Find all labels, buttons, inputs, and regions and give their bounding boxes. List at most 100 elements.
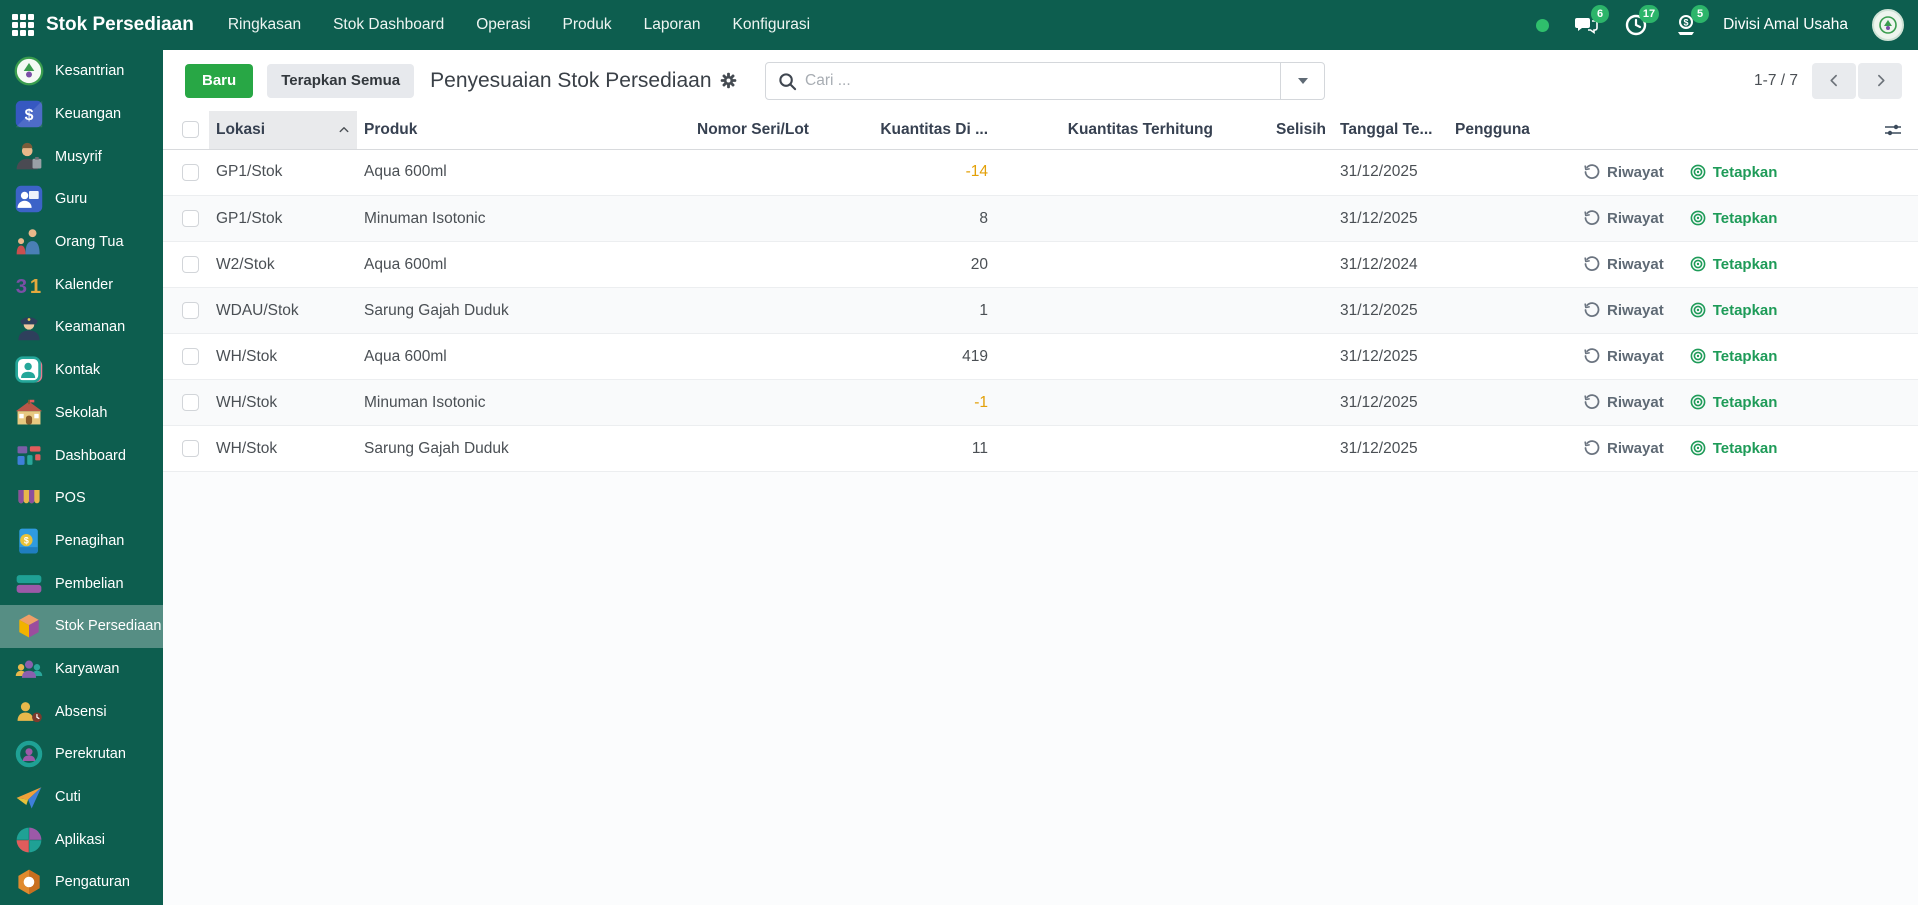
sidebar-item-penagihan[interactable]: $ Penagihan bbox=[0, 520, 163, 563]
apply-button[interactable]: Tetapkan bbox=[1690, 440, 1777, 457]
sidebar-item-musyrif[interactable]: Musyrif bbox=[0, 135, 163, 178]
navbar-menu-stok-dashboard[interactable]: Stok Dashboard bbox=[333, 16, 444, 34]
history-button[interactable]: Riwayat bbox=[1584, 440, 1664, 457]
row-checkbox[interactable] bbox=[182, 256, 199, 273]
sidebar-item-pengaturan[interactable]: Pengaturan bbox=[0, 861, 163, 904]
sidebar-item-kalender[interactable]: 31 Kalender bbox=[0, 263, 163, 306]
table-row[interactable]: W2/Stok Aqua 600ml 20 31/12/2024 Riwayat bbox=[163, 241, 1918, 288]
select-all-checkbox[interactable] bbox=[182, 121, 199, 139]
main-content: Baru Terapkan Semua Penyesuaian Stok Per… bbox=[163, 50, 1918, 905]
sidebar-item-pembelian[interactable]: Pembelian bbox=[0, 562, 163, 605]
app-title[interactable]: Stok Persediaan bbox=[46, 14, 194, 36]
pager-next-button[interactable] bbox=[1858, 62, 1902, 99]
cell-tanggal: 31/12/2025 bbox=[1333, 287, 1448, 334]
column-header-produk[interactable]: Produk bbox=[357, 111, 690, 150]
page-title-text: Penyesuaian Stok Persediaan bbox=[430, 68, 712, 92]
sidebar-item-label: Kesantrian bbox=[55, 63, 125, 80]
records-table: Lokasi Produk Nomor Seri/Lot Kuantitas D… bbox=[163, 111, 1918, 472]
gear-icon[interactable] bbox=[720, 72, 737, 89]
user-avatar[interactable] bbox=[1872, 9, 1904, 41]
cell-tanggal: 31/12/2025 bbox=[1333, 379, 1448, 426]
history-button[interactable]: Riwayat bbox=[1584, 348, 1664, 365]
money-icon[interactable]: $ 5 bbox=[1673, 5, 1710, 38]
sidebar-item-dashboard[interactable]: Dashboard bbox=[0, 434, 163, 477]
column-header-nomor-seri[interactable]: Nomor Seri/Lot bbox=[690, 111, 820, 150]
table-row[interactable]: WDAU/Stok Sarung Gajah Duduk 1 31/12/202… bbox=[163, 287, 1918, 334]
svg-text:1: 1 bbox=[30, 276, 41, 298]
row-checkbox[interactable] bbox=[182, 302, 199, 319]
sidebar-item-absensi[interactable]: Absensi bbox=[0, 690, 163, 733]
activity-badge: 17 bbox=[1638, 5, 1660, 23]
navbar-menus: Ringkasan Stok Dashboard Operasi Produk Lapo… bbox=[228, 16, 810, 34]
history-button[interactable]: Riwayat bbox=[1584, 210, 1664, 227]
table-row[interactable]: GP1/Stok Aqua 600ml -14 31/12/2025 Riway… bbox=[163, 149, 1918, 196]
bullseye-icon bbox=[1690, 210, 1706, 226]
bullseye-icon bbox=[1690, 302, 1706, 318]
activity-clock-icon[interactable]: 17 bbox=[1623, 5, 1660, 38]
navbar-menu-ringkasan[interactable]: Ringkasan bbox=[228, 16, 301, 34]
navbar-menu-konfigurasi[interactable]: Konfigurasi bbox=[733, 16, 811, 34]
sidebar-item-kesantrian[interactable]: Kesantrian bbox=[0, 50, 163, 93]
optional-columns-icon[interactable] bbox=[1883, 120, 1903, 140]
row-checkbox[interactable] bbox=[182, 348, 199, 365]
table-row[interactable]: WH/Stok Sarung Gajah Duduk 11 31/12/2025… bbox=[163, 425, 1918, 472]
sidebar-item-stok-persediaan[interactable]: Stok Persediaan bbox=[0, 604, 163, 648]
apply-button[interactable]: Tetapkan bbox=[1690, 394, 1777, 411]
cell-kuantitas-terhitung bbox=[995, 333, 1220, 380]
pager-previous-button[interactable] bbox=[1812, 62, 1856, 99]
apply-button[interactable]: Tetapkan bbox=[1690, 164, 1777, 181]
search-input[interactable] bbox=[805, 72, 1280, 90]
sidebar-item-label: Stok Persediaan bbox=[55, 618, 162, 635]
sidebar-item-aplikasi[interactable]: Aplikasi bbox=[0, 818, 163, 861]
row-checkbox[interactable] bbox=[182, 394, 199, 411]
column-header-pengguna[interactable]: Pengguna bbox=[1448, 111, 1533, 150]
history-button[interactable]: Riwayat bbox=[1584, 164, 1664, 181]
history-button[interactable]: Riwayat bbox=[1584, 302, 1664, 319]
new-button[interactable]: Baru bbox=[185, 63, 254, 98]
sidebar-item-keuangan[interactable]: $ Keuangan bbox=[0, 93, 163, 136]
navbar-menu-produk[interactable]: Produk bbox=[563, 16, 612, 34]
sidebar-item-guru[interactable]: Guru bbox=[0, 178, 163, 221]
sidebar-item-karyawan[interactable]: Karyawan bbox=[0, 648, 163, 691]
sidebar-item-cuti[interactable]: Cuti bbox=[0, 776, 163, 819]
column-header-kuantitas-terhitung[interactable]: Kuantitas Terhitung bbox=[995, 111, 1220, 150]
table-row[interactable]: WH/Stok Aqua 600ml 419 31/12/2025 Riwaya… bbox=[163, 333, 1918, 380]
cell-lokasi: WDAU/Stok bbox=[209, 287, 357, 334]
apply-button[interactable]: Tetapkan bbox=[1690, 302, 1777, 319]
row-checkbox[interactable] bbox=[182, 163, 199, 181]
apps-grid-icon[interactable] bbox=[0, 0, 46, 50]
sidebar-item-perekrutan[interactable]: Perekrutan bbox=[0, 733, 163, 776]
navbar-menu-operasi[interactable]: Operasi bbox=[476, 16, 530, 34]
table-row[interactable]: WH/Stok Minuman Isotonic -1 31/12/2025 R… bbox=[163, 379, 1918, 426]
sekolah-app-icon bbox=[13, 397, 45, 429]
cell-kuantitas-terhitung bbox=[995, 149, 1220, 196]
column-header-kuantitas-di[interactable]: Kuantitas Di ... bbox=[820, 111, 995, 150]
history-button[interactable]: Riwayat bbox=[1584, 256, 1664, 273]
kontak-app-icon bbox=[13, 354, 45, 386]
table-row[interactable]: GP1/Stok Minuman Isotonic 8 31/12/2025 R… bbox=[163, 195, 1918, 242]
sidebar-item-keamanan[interactable]: Keamanan bbox=[0, 306, 163, 349]
cell-kuantitas-di: 8 bbox=[820, 195, 995, 242]
row-checkbox[interactable] bbox=[182, 440, 199, 457]
apply-all-button[interactable]: Terapkan Semua bbox=[267, 63, 415, 98]
apply-button[interactable]: Tetapkan bbox=[1690, 256, 1777, 273]
company-name[interactable]: Divisi Amal Usaha bbox=[1723, 16, 1848, 34]
apply-button[interactable]: Tetapkan bbox=[1690, 210, 1777, 227]
column-header-selisih[interactable]: Selisih bbox=[1220, 111, 1333, 150]
navbar-menu-laporan[interactable]: Laporan bbox=[644, 16, 701, 34]
sidebar-item-kontak[interactable]: Kontak bbox=[0, 349, 163, 392]
messages-icon[interactable]: 6 bbox=[1573, 5, 1610, 38]
column-header-tanggal[interactable]: Tanggal Te... bbox=[1333, 111, 1448, 150]
sidebar-item-pos[interactable]: POS bbox=[0, 477, 163, 520]
cell-nomor-seri bbox=[690, 287, 820, 334]
apply-button[interactable]: Tetapkan bbox=[1690, 348, 1777, 365]
row-checkbox[interactable] bbox=[182, 210, 199, 227]
cell-pengguna bbox=[1448, 333, 1533, 380]
column-header-lokasi[interactable]: Lokasi bbox=[209, 111, 357, 150]
sidebar-item-orang-tua[interactable]: Orang Tua bbox=[0, 221, 163, 264]
sidebar-item-label: Orang Tua bbox=[55, 234, 124, 251]
search-dropdown-toggle[interactable] bbox=[1280, 63, 1324, 99]
sidebar-item-sekolah[interactable]: Sekolah bbox=[0, 392, 163, 435]
cell-lokasi: W2/Stok bbox=[209, 241, 357, 288]
history-button[interactable]: Riwayat bbox=[1584, 394, 1664, 411]
